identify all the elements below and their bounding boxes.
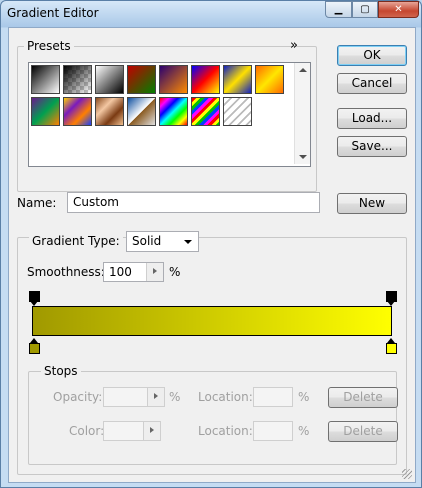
preset-swatch-violet-orange[interactable] <box>159 65 188 94</box>
preset-swatch-black-white[interactable] <box>95 65 124 94</box>
smoothness-field[interactable]: 100 <box>103 262 164 282</box>
maximize-icon: ▢ <box>360 4 370 15</box>
preset-swatch-yellow-violet-orange-blue[interactable] <box>63 97 92 126</box>
preset-swatch-copper[interactable] <box>95 97 124 126</box>
resize-grip-icon[interactable] <box>402 469 412 479</box>
presets-menu-icon[interactable]: » <box>290 38 298 53</box>
save-button[interactable]: Save... <box>337 136 407 157</box>
chevron-right-icon <box>153 268 157 274</box>
color-location-field[interactable] <box>253 421 293 441</box>
smoothness-spin-button[interactable] <box>146 263 163 281</box>
color-stop-swatch <box>386 343 397 354</box>
smoothness-value: 100 <box>109 265 132 279</box>
preset-swatch-red-green[interactable] <box>127 65 156 94</box>
presets-label: Presets <box>24 39 74 53</box>
opacity-location-field[interactable] <box>253 387 293 407</box>
gradient-editor-window: Gradient Editor ▁ ▢ ✕ Presets » OK Cance… <box>0 0 422 488</box>
chevron-right-icon <box>150 427 154 433</box>
preset-swatch-transparent-stripes[interactable] <box>223 97 252 126</box>
cancel-button[interactable]: Cancel <box>337 73 407 94</box>
preset-swatch-blue-yellow-blue[interactable] <box>223 65 252 94</box>
opacity-location-label: Location: <box>198 390 253 404</box>
opacity-stop-left[interactable] <box>29 291 40 307</box>
scroll-up-icon[interactable] <box>299 68 307 72</box>
presets-group: Presets » <box>17 38 317 192</box>
smoothness-unit: % <box>169 265 181 279</box>
window-title: Gradient Editor <box>7 6 99 20</box>
stops-label: Stops <box>41 364 81 378</box>
preset-swatch-chrome[interactable] <box>127 97 156 126</box>
smoothness-label: Smoothness: <box>27 265 105 279</box>
gradient-type-value: Solid <box>132 234 162 248</box>
load-button[interactable]: Load... <box>337 108 407 129</box>
preset-swatch-foreground-to-transparent[interactable] <box>63 65 92 94</box>
preset-swatch-blue-red-yellow[interactable] <box>191 65 220 94</box>
color-location-unit: % <box>298 424 310 438</box>
preset-swatch-foreground-to-background[interactable] <box>31 65 60 94</box>
maximize-button[interactable]: ▢ <box>352 1 378 18</box>
gradient-preview-bar[interactable] <box>32 306 392 336</box>
color-stop-swatch <box>29 343 40 354</box>
color-stop-left[interactable] <box>29 338 40 354</box>
opacity-field[interactable] <box>103 387 165 407</box>
scroll-down-icon[interactable] <box>299 155 307 159</box>
name-label: Name: <box>17 196 57 210</box>
gradient-type-select[interactable]: Solid <box>126 231 199 252</box>
color-swatch-menu-button[interactable] <box>143 422 160 440</box>
preset-swatch-spectrum[interactable] <box>159 97 188 126</box>
color-delete-button[interactable]: Delete <box>328 421 398 442</box>
close-button[interactable]: ✕ <box>378 1 419 18</box>
minimize-button[interactable]: ▁ <box>325 1 352 18</box>
opacity-delete-button[interactable]: Delete <box>328 387 398 408</box>
opacity-location-unit: % <box>298 390 310 404</box>
chevron-down-icon <box>184 240 192 244</box>
dialog-body: Presets » OK Cancel Load... Save... Name… <box>8 27 416 483</box>
new-button[interactable]: New <box>337 193 407 214</box>
gradient-type-label: Gradient Type: <box>29 234 123 248</box>
opacity-unit: % <box>169 390 181 404</box>
color-swatch-field[interactable] <box>103 421 161 441</box>
preset-swatch-orange-yellow-orange[interactable] <box>255 65 284 94</box>
stops-group: Stops Opacity: % Location: % Delete Colo… <box>28 364 398 465</box>
color-stop-right[interactable] <box>386 338 397 354</box>
presets-swatch-grid <box>28 62 311 167</box>
title-bar[interactable]: Gradient Editor ▁ ▢ ✕ <box>1 1 421 27</box>
preset-swatch-violet-green-orange[interactable] <box>31 97 60 126</box>
color-location-label: Location: <box>198 424 253 438</box>
opacity-stop-right[interactable] <box>386 291 397 307</box>
name-field[interactable]: Custom <box>67 192 320 213</box>
preset-swatch-transparent-rainbow[interactable] <box>191 97 220 126</box>
ok-button[interactable]: OK <box>337 45 407 66</box>
close-icon: ✕ <box>394 4 403 15</box>
chevron-right-icon <box>154 393 158 399</box>
opacity-label: Opacity: <box>53 390 103 404</box>
color-label: Color: <box>69 424 105 438</box>
minimize-icon: ▁ <box>334 4 343 15</box>
opacity-spin-button[interactable] <box>147 388 164 406</box>
presets-scrollbar[interactable] <box>294 63 310 164</box>
